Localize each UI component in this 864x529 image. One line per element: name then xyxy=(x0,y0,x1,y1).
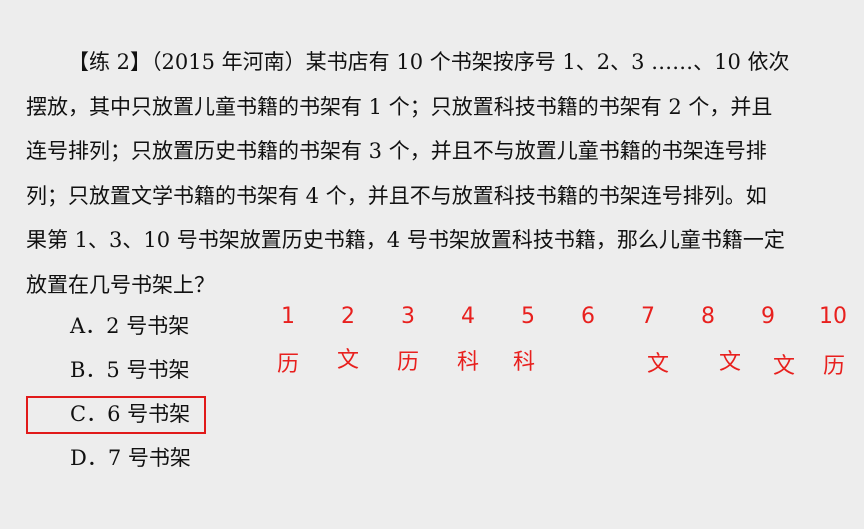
shelf-category: 文 xyxy=(646,352,669,377)
problem-line-6: 放置在几号书架上？ xyxy=(26,272,215,297)
shelf-number: 6 xyxy=(581,304,595,329)
shelf-number: 3 xyxy=(401,304,415,329)
problem-line: 连号排列；只放置历史书籍的书架有 3 个，并且不与放置儿童书籍的书架连号排 xyxy=(26,129,816,174)
shelf-number: 2 xyxy=(341,304,355,329)
shelf-number: 1 xyxy=(281,304,295,329)
shelf-category: 文 xyxy=(336,348,359,373)
problem-line: 列；只放置文学书籍的书架有 4 个，并且不与放置科技书籍的书架连号排列。如 xyxy=(26,174,816,219)
problem-line-5: 果第 1、3、10 号书架放置历史书籍，4 号书架放置科技书籍，那么儿童书籍一定 xyxy=(26,228,785,253)
shelf-number: 8 xyxy=(701,304,715,329)
option-c[interactable]: C．6 号书架 xyxy=(70,394,190,434)
problem-line: 果第 1、3、10 号书架放置历史书籍，4 号书架放置科技书籍，那么儿童书籍一定 xyxy=(26,218,816,263)
shelf-category: 科 xyxy=(456,350,479,375)
option-a[interactable]: A．2 号书架 xyxy=(70,306,189,346)
shelf-category: 历 xyxy=(276,352,299,377)
problem-line: 【练 2】（2015 年河南）某书店有 10 个书架按序号 1、2、3 ……、1… xyxy=(26,40,816,85)
shelf-number: 9 xyxy=(761,304,775,329)
shelf-category: 文 xyxy=(718,350,741,375)
problem-line-4: 列；只放置文学书籍的书架有 4 个，并且不与放置科技书籍的书架连号排列。如 xyxy=(26,183,767,208)
problem-line: 摆放，其中只放置儿童书籍的书架有 1 个；只放置科技书籍的书架有 2 个，并且 xyxy=(26,85,816,130)
problem-text: 【练 2】（2015 年河南）某书店有 10 个书架按序号 1、2、3 ……、1… xyxy=(26,40,816,308)
shelf-number: 10 xyxy=(819,304,847,329)
shelf-annotation: 1 2 3 4 5 6 7 8 9 10 历 文 历 科 科 文 文 文 历 xyxy=(258,300,858,390)
shelf-number: 7 xyxy=(641,304,655,329)
shelf-number: 5 xyxy=(521,304,535,329)
shelf-category: 科 xyxy=(512,350,535,375)
shelf-category: 历 xyxy=(822,354,845,379)
option-d[interactable]: D．7 号书架 xyxy=(70,438,191,478)
option-b[interactable]: B．5 号书架 xyxy=(70,350,189,390)
problem-line-2: 摆放，其中只放置儿童书籍的书架有 1 个；只放置科技书籍的书架有 2 个，并且 xyxy=(26,94,773,119)
shelf-number: 4 xyxy=(461,304,475,329)
problem-line-1: 【练 2】（2015 年河南）某书店有 10 个书架按序号 1、2、3 ……、1… xyxy=(68,50,790,74)
problem-line-3: 连号排列；只放置历史书籍的书架有 3 个，并且不与放置儿童书籍的书架连号排 xyxy=(26,139,767,164)
shelf-category: 历 xyxy=(396,350,419,375)
